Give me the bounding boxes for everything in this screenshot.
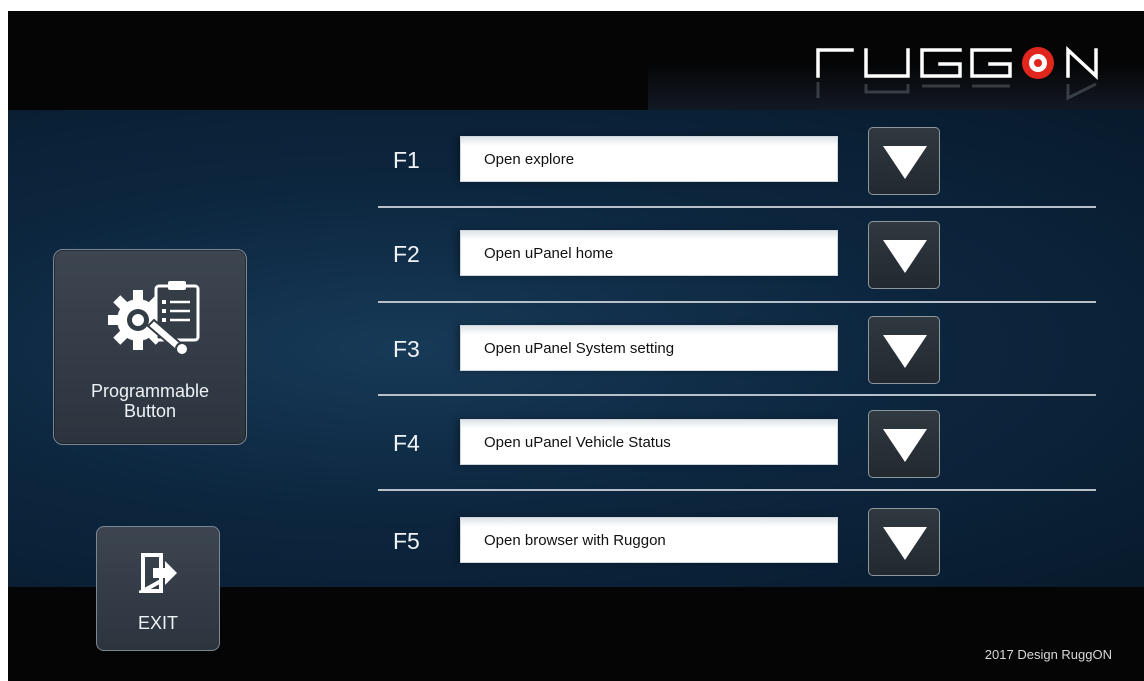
triangle-down-icon: [883, 527, 927, 560]
app-window: Programmable Button EXIT F1 Open explore…: [8, 11, 1144, 681]
function-action-field[interactable]: Open uPanel Vehicle Status: [460, 419, 838, 465]
function-key-label: F5: [393, 528, 420, 554]
label-line-2: Button: [123, 401, 177, 421]
programmable-button[interactable]: Programmable Button: [53, 249, 247, 445]
function-key-label: F4: [393, 430, 420, 456]
dropdown-button[interactable]: [868, 316, 940, 384]
function-action-field[interactable]: Open uPanel home: [460, 230, 838, 276]
function-key-label: F1: [393, 147, 420, 173]
dropdown-button[interactable]: [868, 221, 940, 289]
function-action-field[interactable]: Open browser with Ruggon: [460, 517, 838, 563]
function-action-text: Open browser with Ruggon: [484, 532, 666, 549]
function-action-text: Open uPanel Vehicle Status: [484, 434, 671, 451]
function-action-field[interactable]: Open explore: [460, 136, 838, 182]
row-divider: [378, 301, 1096, 303]
function-key-label: F2: [393, 241, 420, 267]
label-line-1: Programmable: [90, 381, 210, 401]
dropdown-button[interactable]: [868, 410, 940, 478]
copyright-text: 2017 Design RuggON: [984, 647, 1112, 662]
exit-label: EXIT: [137, 613, 178, 633]
ruggon-logo: [808, 36, 1108, 106]
function-key-label: F3: [393, 336, 420, 362]
programmable-button-label: Programmable Button: [54, 381, 246, 421]
triangle-down-icon: [883, 335, 927, 368]
dropdown-button[interactable]: [868, 127, 940, 195]
dropdown-button[interactable]: [868, 508, 940, 576]
function-action-text: Open uPanel home: [484, 245, 614, 262]
row-divider: [378, 206, 1096, 208]
triangle-down-icon: [883, 240, 927, 273]
gear-clipboard-icon: [100, 278, 210, 358]
header-bar: [8, 11, 1144, 110]
row-divider: [378, 394, 1096, 396]
exit-button[interactable]: EXIT: [96, 526, 220, 651]
function-action-text: Open uPanel System setting: [484, 340, 675, 357]
function-action-text: Open explore: [484, 151, 575, 168]
exit-icon: [135, 551, 179, 595]
triangle-down-icon: [883, 429, 927, 462]
row-divider: [378, 489, 1096, 491]
function-action-field[interactable]: Open uPanel System setting: [460, 325, 838, 371]
triangle-down-icon: [883, 146, 927, 179]
